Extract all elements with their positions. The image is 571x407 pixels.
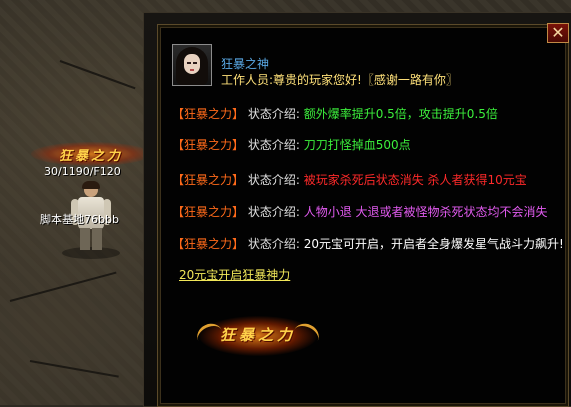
npc-greeting: 工作人员:尊贵的玩家您好!〖感谢一路有你〗 (221, 73, 458, 87)
status-label: 状态介绍: (247, 107, 300, 121)
status-row: 【狂暴之力】 状态介绍: 20元宝可开启，开启者全身爆发星气战斗力飙升! (172, 235, 564, 252)
status-tag: 【狂暴之力】 (172, 173, 245, 187)
status-row: 【狂暴之力】 状态介绍: 被玩家杀死后状态消失 杀人者获得10元宝 (172, 171, 527, 188)
status-description: 刀刀打怪掉血500点 (303, 138, 411, 152)
berserk-emblem: 狂暴之力 (193, 310, 323, 362)
status-label: 状态介绍: (247, 237, 300, 251)
status-tag: 【狂暴之力】 (172, 107, 245, 121)
status-row: 【狂暴之力】 状态介绍: 刀刀打怪掉血500点 (172, 136, 411, 153)
status-description: 人物小退 大退或者被怪物杀死状态均不会消失 (303, 205, 548, 219)
emblem-text: 狂暴之力 (219, 326, 296, 344)
status-tag: 【狂暴之力】 (172, 138, 245, 152)
status-description: 额外爆率提升0.5倍，攻击提升0.5倍 (303, 107, 498, 121)
status-row: 【狂暴之力】 状态介绍: 人物小退 大退或者被怪物杀死状态均不会消失 (172, 203, 548, 220)
open-berserk-power-link[interactable]: 20元宝开启狂暴神力 (179, 266, 290, 283)
status-label: 状态介绍: (247, 138, 300, 152)
status-row: 【狂暴之力】 状态介绍: 额外爆率提升0.5倍，攻击提升0.5倍 (172, 105, 498, 122)
npc-portrait (172, 44, 212, 86)
status-label: 状态介绍: (247, 205, 300, 219)
ground-crack (59, 60, 136, 90)
ground-crack (29, 360, 119, 378)
hero-title-emblem: 狂暴之力 (26, 141, 156, 167)
status-description: 被玩家杀死后状态消失 杀人者获得10元宝 (303, 173, 527, 187)
hero-hp-text: 30/1190/F120 (44, 165, 121, 178)
player-character[interactable]: 狂暴之力 30/1190/F120 脚本基地76bbb (26, 135, 156, 285)
close-button[interactable]: ✕ (547, 23, 569, 43)
hero-title: 狂暴之力 (58, 148, 123, 164)
status-tag: 【狂暴之力】 (172, 237, 245, 251)
status-tag: 【狂暴之力】 (172, 205, 245, 219)
status-label: 状态介绍: (247, 173, 300, 187)
hero-name: 脚本基地76bbb (40, 213, 119, 226)
status-description: 20元宝可开启，开启者全身爆发星气战斗力飙升! (303, 237, 564, 251)
npc-name: 狂暴之神 (221, 57, 270, 71)
